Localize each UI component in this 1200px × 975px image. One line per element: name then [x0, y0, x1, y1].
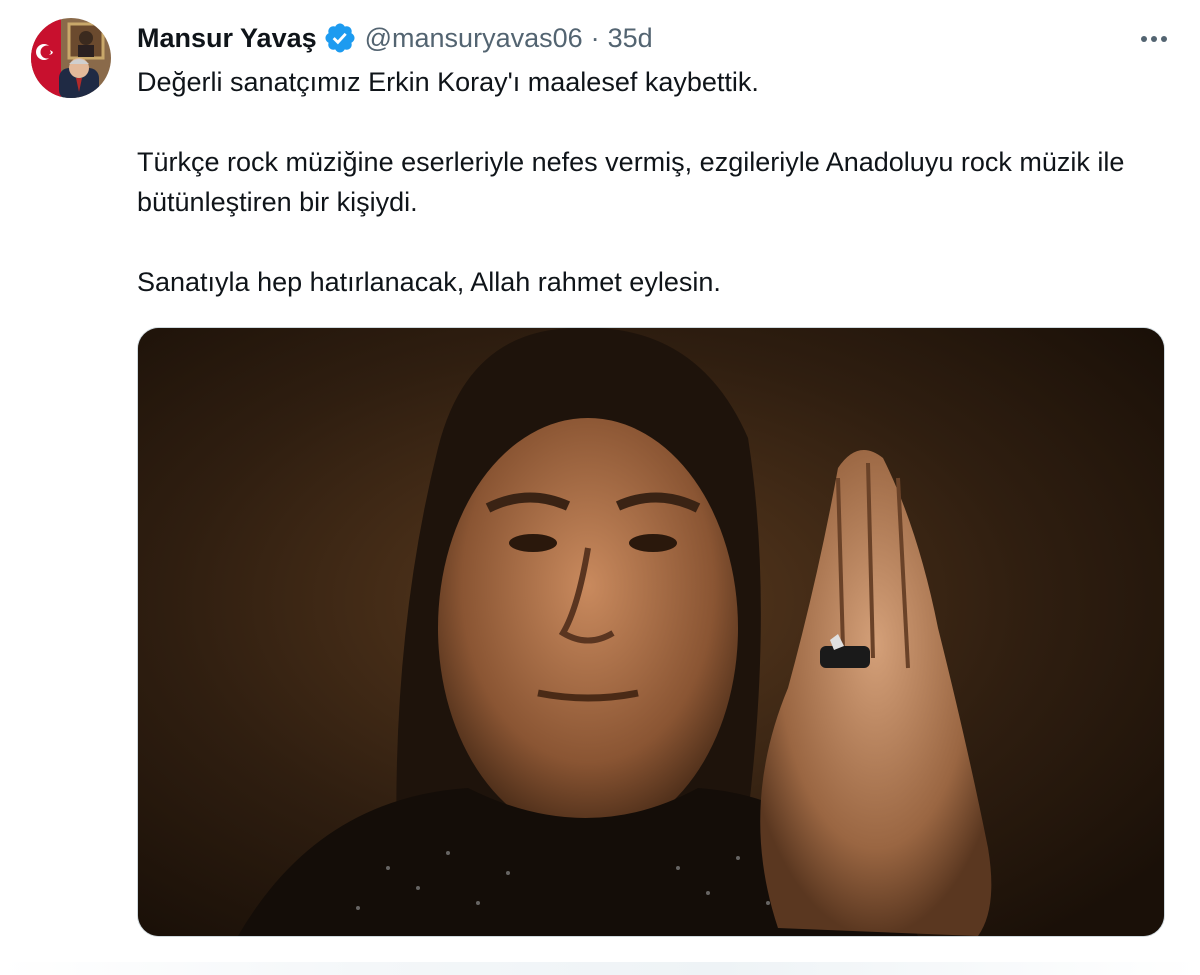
tweet-timestamp[interactable]: 35d	[608, 23, 653, 54]
tweet-paragraph: Değerli sanatçımız Erkin Koray'ı maalese…	[137, 67, 759, 97]
tweet-paragraph: Türkçe rock müziğine eserleriyle nefes v…	[137, 147, 1125, 217]
tweet-text: Değerli sanatçımız Erkin Koray'ı maalese…	[137, 62, 1167, 302]
author-handle[interactable]: @mansuryavas06	[365, 23, 583, 54]
author-name[interactable]: Mansur Yavaş	[137, 23, 317, 54]
tweet-media[interactable]	[137, 327, 1165, 937]
more-options-button[interactable]	[1136, 24, 1172, 54]
tweet[interactable]: Mansur Yavaş @mansuryavas06 · 35d Değerl…	[0, 0, 1200, 975]
verified-badge-icon	[325, 23, 355, 53]
more-dots-icon	[1141, 36, 1167, 42]
avatar-image	[31, 18, 111, 98]
avatar[interactable]	[31, 18, 111, 98]
tweet-paragraph: Sanatıyla hep hatırlanacak, Allah rahmet…	[137, 267, 721, 297]
tweet-header: Mansur Yavaş @mansuryavas06 · 35d	[137, 18, 653, 58]
separator-dot: ·	[590, 22, 600, 53]
media-photo	[138, 328, 1164, 936]
divider	[0, 962, 1200, 975]
